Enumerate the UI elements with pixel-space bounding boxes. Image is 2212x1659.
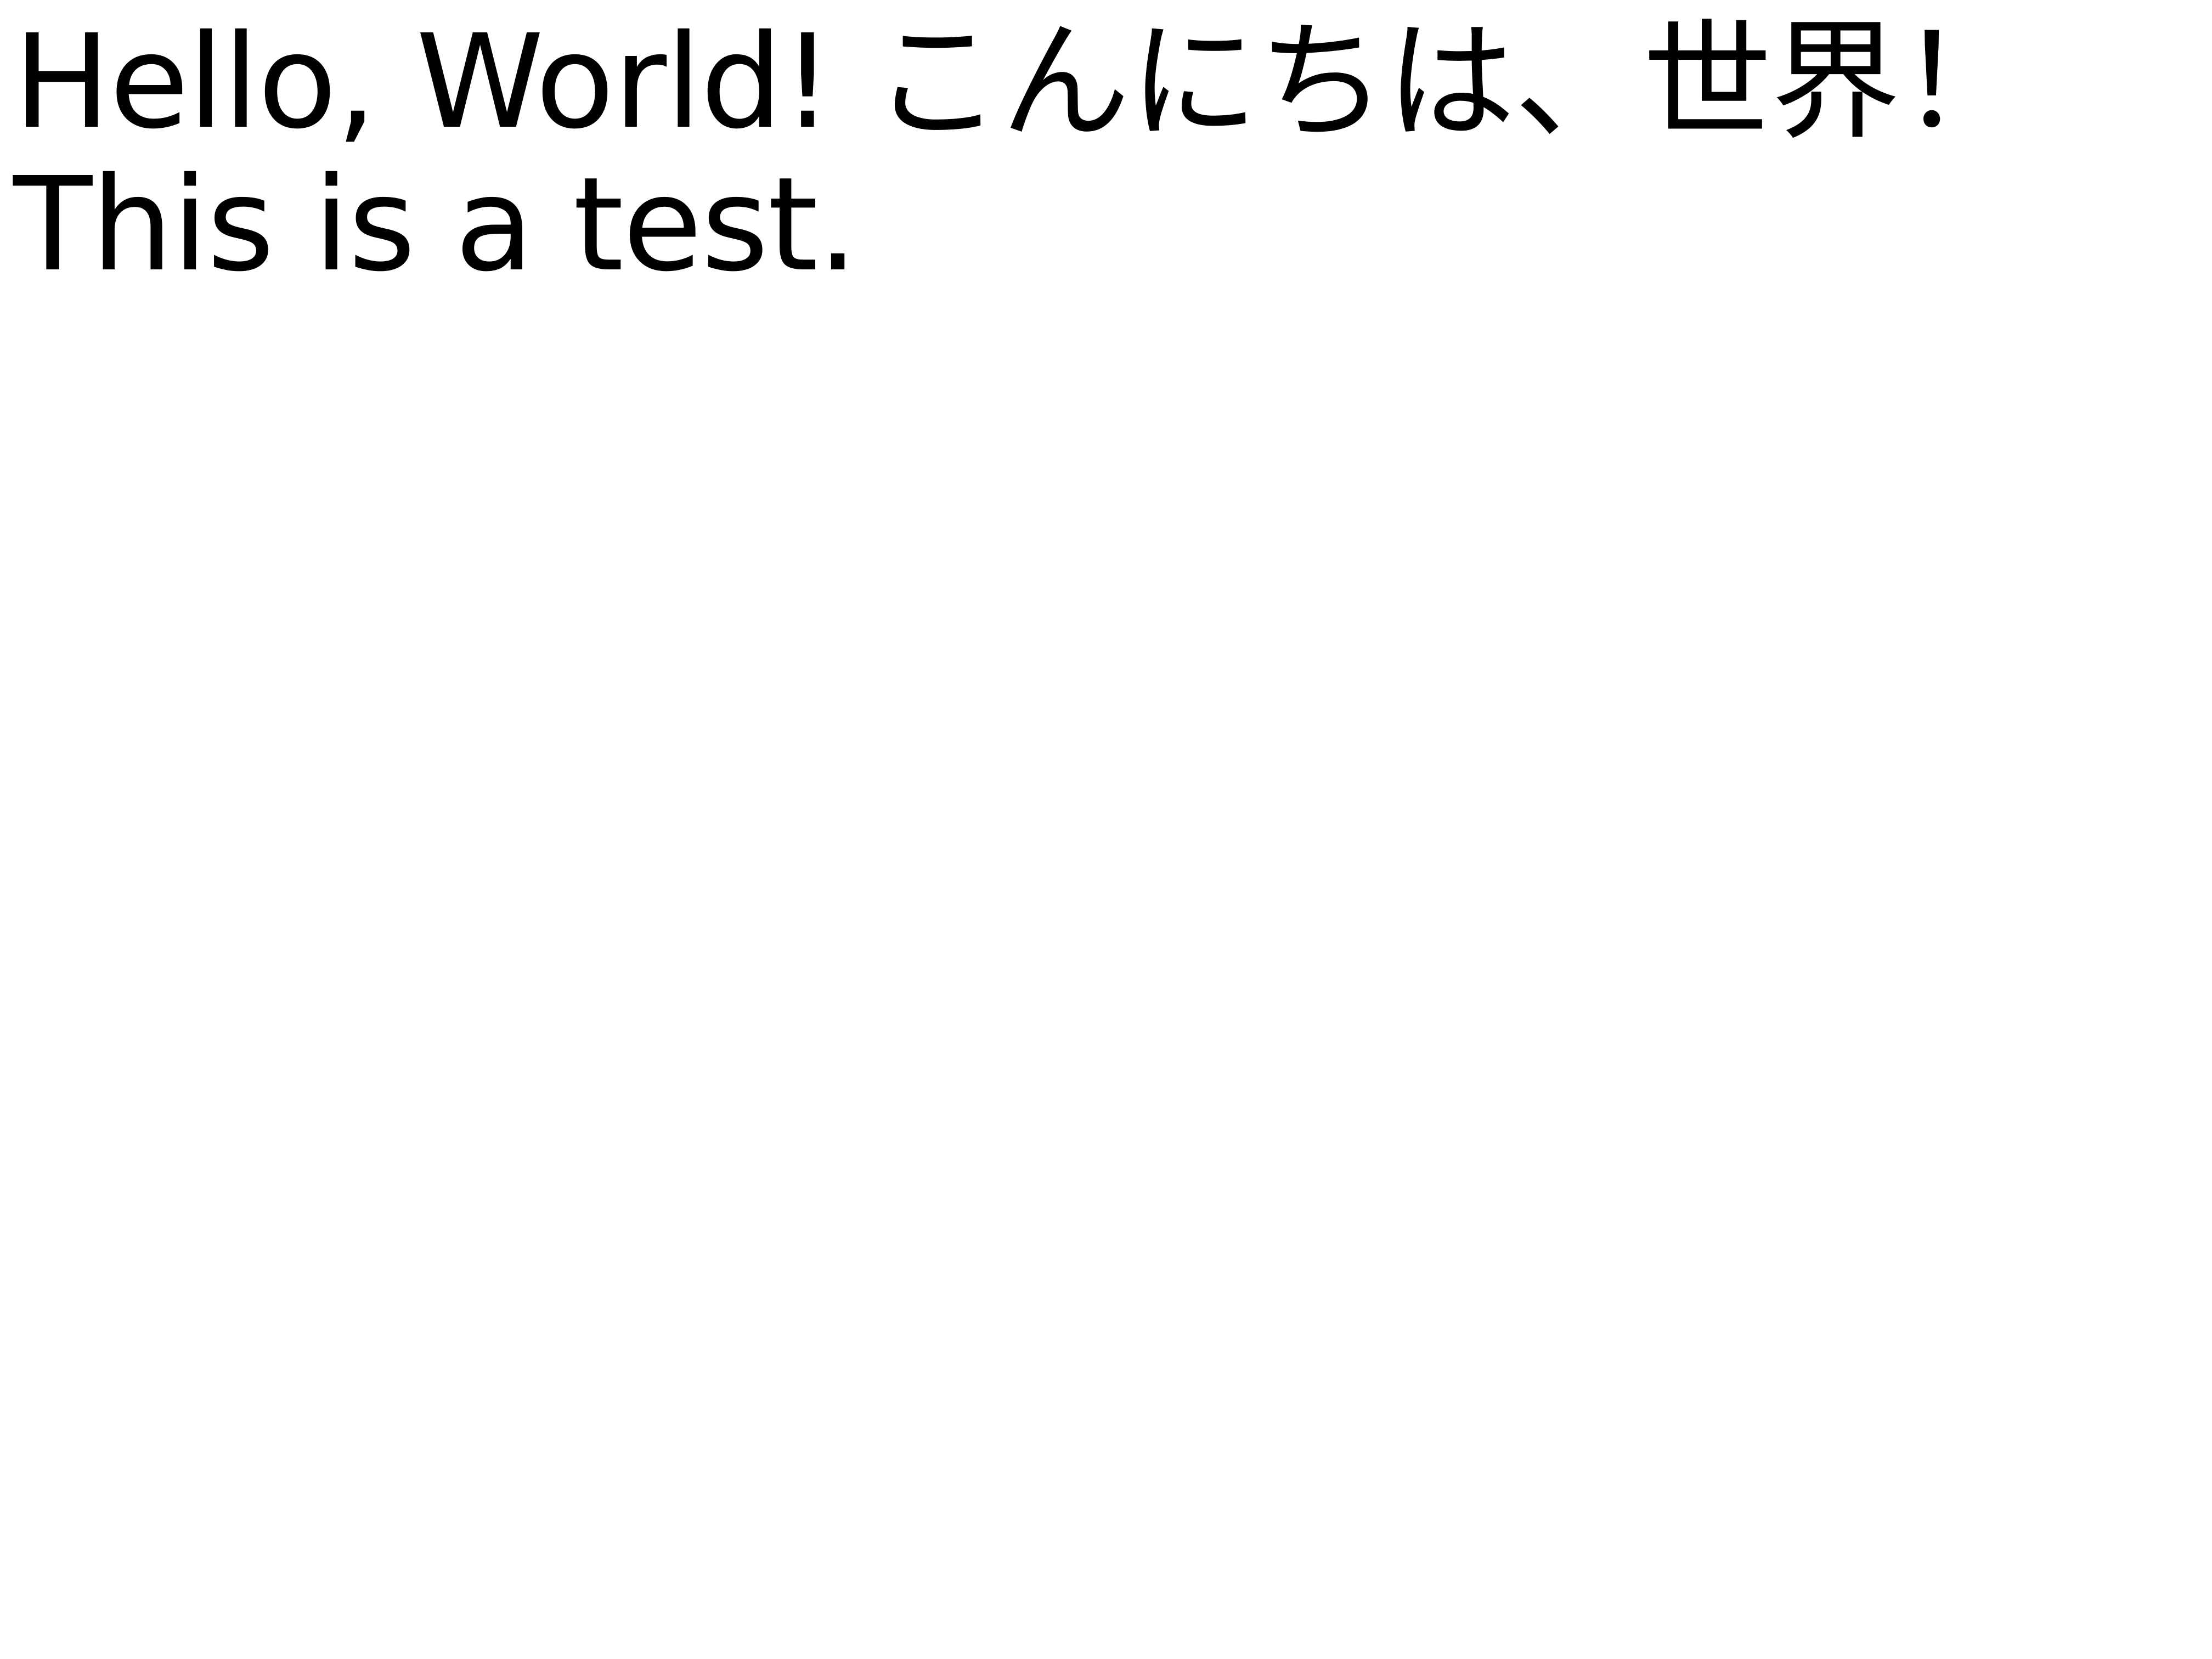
text-block: Hello, World! こんにちは、世界！ This is a test. <box>13 11 2197 296</box>
test-line: This is a test. <box>13 149 859 300</box>
greeting-line: Hello, World! こんにちは、世界！ <box>13 7 2029 157</box>
document-canvas: Hello, World! こんにちは、世界！ This is a test. <box>0 0 2212 1659</box>
